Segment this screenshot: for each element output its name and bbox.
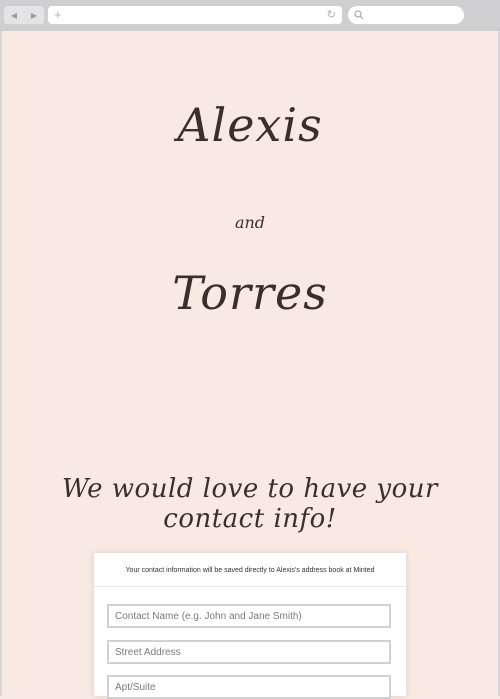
nav-buttons: ◀ ▶	[4, 6, 44, 24]
address-bar[interactable]: + ↻	[48, 6, 342, 24]
first-name: Alexis	[177, 98, 323, 152]
search-icon	[354, 10, 364, 20]
browser-frame-left	[0, 31, 2, 696]
contact-form-card: Your contact information will be saved d…	[94, 553, 406, 699]
conjunction: and	[234, 213, 266, 232]
forward-arrow-icon[interactable]: ▶	[31, 11, 37, 20]
plus-icon[interactable]: +	[54, 7, 62, 23]
second-name: Torres	[172, 266, 328, 320]
browser-toolbar: ◀ ▶ + ↻	[0, 0, 500, 31]
contact-tagline: We would love to have your contact info!	[62, 474, 438, 534]
back-arrow-icon[interactable]: ◀	[11, 11, 17, 20]
browser-search-bar[interactable]	[348, 6, 464, 24]
contact-name-field[interactable]	[107, 604, 391, 628]
apt-suite-field[interactable]	[107, 675, 391, 699]
street-address-field[interactable]	[107, 640, 391, 664]
reload-icon[interactable]: ↻	[327, 7, 336, 23]
form-notice: Your contact information will be saved d…	[125, 567, 375, 574]
divider	[94, 586, 406, 587]
